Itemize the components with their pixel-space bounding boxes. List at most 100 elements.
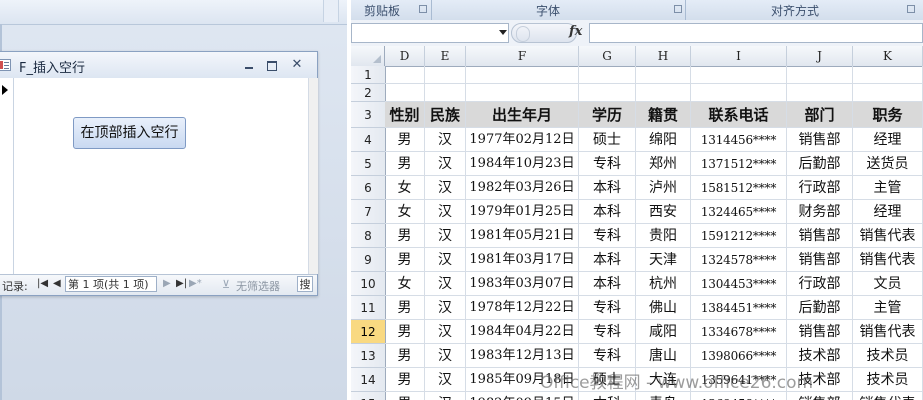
cell-j8[interactable]: 销售部 (787, 224, 853, 248)
cell-j13[interactable]: 技术部 (787, 344, 853, 368)
cell-g5[interactable]: 专科 (579, 152, 636, 176)
cell-f9[interactable]: 1981年03月17日 (466, 248, 579, 272)
cell-i12[interactable]: 1334678**** (691, 320, 787, 344)
access-ribbon-scroll[interactable] (323, 0, 339, 22)
font-launcher-icon[interactable] (674, 5, 682, 13)
cell-e13[interactable]: 汉 (425, 344, 466, 368)
cell-k4[interactable]: 经理 (853, 128, 923, 152)
cell-j7[interactable]: 财务部 (787, 200, 853, 224)
previous-record-icon[interactable]: ◀ (53, 278, 61, 289)
cell-k11[interactable]: 主管 (853, 296, 923, 320)
new-record-icon[interactable]: ▶* (189, 278, 202, 289)
cell-h1[interactable] (636, 66, 691, 84)
row-header-14[interactable]: 14 (351, 368, 385, 392)
restore-icon[interactable] (265, 58, 279, 72)
column-title-cell[interactable]: 职务 (853, 102, 923, 128)
cell-f15[interactable]: 1982年09月15日 (466, 392, 579, 400)
cell-k6[interactable]: 主管 (853, 176, 923, 200)
row-header-1[interactable]: 1 (351, 66, 385, 84)
cell-j10[interactable]: 行政部 (787, 272, 853, 296)
cell-e2[interactable] (425, 84, 466, 102)
row-header-12[interactable]: 12 (351, 320, 385, 344)
cell-d14[interactable]: 男 (385, 368, 425, 392)
cell-h9[interactable]: 天津 (636, 248, 691, 272)
cell-f6[interactable]: 1982年03月26日 (466, 176, 579, 200)
cell-j4[interactable]: 销售部 (787, 128, 853, 152)
cell-g7[interactable]: 本科 (579, 200, 636, 224)
cell-h8[interactable]: 贵阳 (636, 224, 691, 248)
cell-f8[interactable]: 1981年05月21日 (466, 224, 579, 248)
record-selector[interactable] (0, 78, 14, 278)
cell-k5[interactable]: 送货员 (853, 152, 923, 176)
cell-i11[interactable]: 1384451**** (691, 296, 787, 320)
cell-d4[interactable]: 男 (385, 128, 425, 152)
cell-g8[interactable]: 专科 (579, 224, 636, 248)
row-header-3[interactable]: 3 (351, 102, 385, 128)
column-title-cell[interactable]: 性别 (385, 102, 425, 128)
cell-g11[interactable]: 专科 (579, 296, 636, 320)
column-header-k[interactable]: K (853, 46, 923, 66)
search-box[interactable]: 搜 (297, 276, 313, 292)
column-header-f[interactable]: F (466, 46, 579, 66)
cell-d12[interactable]: 男 (385, 320, 425, 344)
column-title-cell[interactable]: 籍贯 (636, 102, 691, 128)
cell-i13[interactable]: 1398066**** (691, 344, 787, 368)
row-header-15[interactable]: 15 (351, 392, 385, 400)
cell-e9[interactable]: 汉 (425, 248, 466, 272)
cell-h12[interactable]: 咸阳 (636, 320, 691, 344)
row-header-4[interactable]: 4 (351, 128, 385, 152)
cell-g1[interactable] (579, 66, 636, 84)
form-titlebar[interactable]: F_插入空行 ✕ (0, 52, 317, 78)
column-header-h[interactable]: H (636, 46, 691, 66)
column-title-cell[interactable]: 联系电话 (691, 102, 787, 128)
cell-e8[interactable]: 汉 (425, 224, 466, 248)
cell-d7[interactable]: 女 (385, 200, 425, 224)
first-record-icon[interactable]: |◀ (37, 278, 48, 289)
select-all-corner[interactable] (351, 46, 385, 66)
cell-k10[interactable]: 文员 (853, 272, 923, 296)
cell-i5[interactable]: 1371512**** (691, 152, 787, 176)
cell-e6[interactable]: 汉 (425, 176, 466, 200)
row-header-8[interactable]: 8 (351, 224, 385, 248)
row-header-9[interactable]: 9 (351, 248, 385, 272)
form-scrollbar[interactable] (308, 78, 318, 274)
cell-h10[interactable]: 杭州 (636, 272, 691, 296)
cell-g15[interactable]: 本科 (579, 392, 636, 400)
column-header-j[interactable]: J (787, 46, 853, 66)
cell-h4[interactable]: 绵阳 (636, 128, 691, 152)
cell-i7[interactable]: 1324465**** (691, 200, 787, 224)
cell-k12[interactable]: 销售代表 (853, 320, 923, 344)
cell-d8[interactable]: 男 (385, 224, 425, 248)
cell-j5[interactable]: 后勤部 (787, 152, 853, 176)
insert-blank-row-button[interactable]: 在顶部插入空行 (73, 117, 186, 149)
cell-d15[interactable]: 男 (385, 392, 425, 400)
column-header-g[interactable]: G (579, 46, 636, 66)
cell-f11[interactable]: 1978年12月22日 (466, 296, 579, 320)
cell-j6[interactable]: 行政部 (787, 176, 853, 200)
cell-e1[interactable] (425, 66, 466, 84)
cell-i9[interactable]: 1324578**** (691, 248, 787, 272)
row-header-2[interactable]: 2 (351, 84, 385, 102)
row-header-13[interactable]: 13 (351, 344, 385, 368)
cell-j11[interactable]: 后勤部 (787, 296, 853, 320)
column-title-cell[interactable]: 学历 (579, 102, 636, 128)
cell-j12[interactable]: 销售部 (787, 320, 853, 344)
cell-e5[interactable]: 汉 (425, 152, 466, 176)
column-title-cell[interactable]: 民族 (425, 102, 466, 128)
cell-k15[interactable]: 销售代表 (853, 392, 923, 400)
cell-k9[interactable]: 销售代表 (853, 248, 923, 272)
cell-j15[interactable]: 销售部 (787, 392, 853, 400)
cell-g2[interactable] (579, 84, 636, 102)
cell-g4[interactable]: 硕士 (579, 128, 636, 152)
cell-f10[interactable]: 1983年03月07日 (466, 272, 579, 296)
cell-i2[interactable] (691, 84, 787, 102)
cell-g6[interactable]: 本科 (579, 176, 636, 200)
cell-j9[interactable]: 销售部 (787, 248, 853, 272)
cell-e15[interactable]: 汉 (425, 392, 466, 400)
cell-h15[interactable]: 青岛 (636, 392, 691, 400)
name-box-dropdown-icon[interactable] (499, 30, 507, 35)
cell-e4[interactable]: 汉 (425, 128, 466, 152)
cell-d2[interactable] (385, 84, 425, 102)
cell-i6[interactable]: 1581512**** (691, 176, 787, 200)
cell-f1[interactable] (466, 66, 579, 84)
